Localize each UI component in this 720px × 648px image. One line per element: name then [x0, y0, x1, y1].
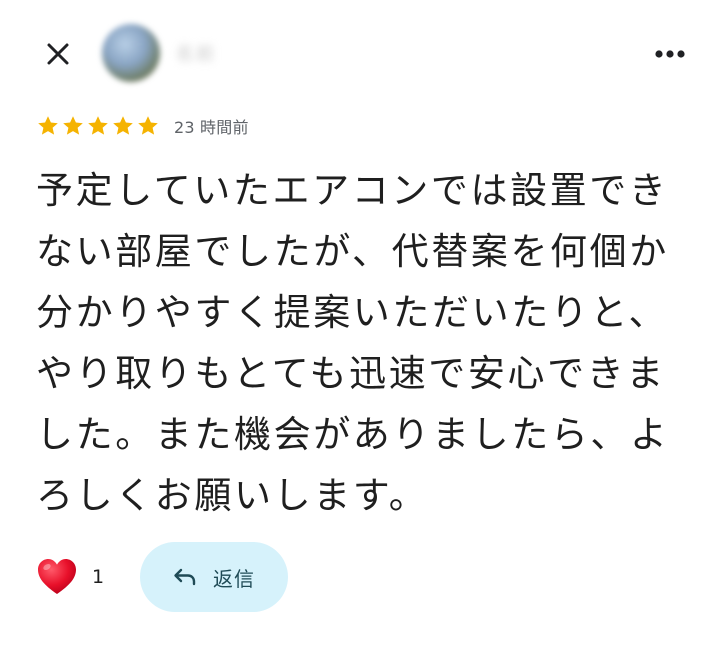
star-icon: [63, 116, 83, 135]
reply-label: 返信: [213, 566, 255, 591]
avatar[interactable]: [102, 24, 160, 82]
like-reaction-button[interactable]: 1: [36, 555, 104, 599]
close-icon: [47, 43, 69, 65]
reply-button[interactable]: 返信: [140, 542, 288, 612]
reaction-count: 1: [92, 566, 105, 588]
star-rating: [36, 114, 160, 138]
author-name[interactable]: 名前: [176, 40, 224, 65]
heart-icon: [38, 559, 76, 594]
reply-arrow-icon: [174, 568, 196, 586]
review-time: 23 時間前: [174, 118, 249, 137]
rating-row: 23 時間前: [36, 112, 249, 140]
star-icon: [113, 116, 133, 135]
more-options-button[interactable]: [648, 34, 692, 74]
close-button[interactable]: [36, 32, 80, 76]
star-icon: [138, 116, 158, 135]
review-text: 予定していたエアコンでは設置できない部屋でしたが、代替案を何個か分かりやすく提案…: [36, 169, 670, 517]
star-icon: [38, 116, 58, 135]
more-vert-icon: [655, 50, 685, 58]
star-icon: [88, 116, 108, 135]
